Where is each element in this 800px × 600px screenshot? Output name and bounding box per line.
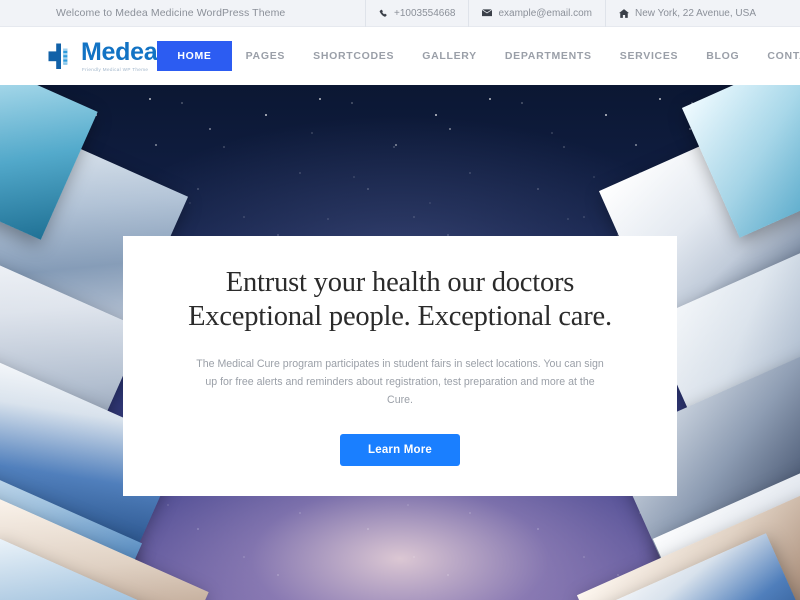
phone-icon [379,9,388,18]
hero-content-card: Entrust your health our doctors Exceptio… [123,236,677,496]
hero-title: Entrust your health our doctors Exceptio… [188,267,612,332]
contact-info-group: +1003554668 example@email.com New York, … [365,0,800,27]
nav-item-blog[interactable]: BLOG [692,41,753,71]
contact-email[interactable]: example@email.com [468,0,605,27]
medical-cross-icon [48,43,74,70]
nav-item-departments[interactable]: DEPARTMENTS [491,41,606,71]
nav-item-pages[interactable]: PAGES [232,41,299,71]
site-logo[interactable]: Medea Friendly Medical WP Theme [48,37,158,73]
nav-item-gallery[interactable]: GALLERY [408,41,491,71]
home-icon [618,8,629,18]
nav-item-contact[interactable]: CONTACT [753,41,800,71]
nav-item-shortcodes[interactable]: SHORTCODES [299,41,408,71]
page-root: Welcome to Medea Medicine WordPress Them… [0,0,800,600]
top-bar: Welcome to Medea Medicine WordPress Them… [0,0,800,27]
main-navigation: HOME PAGES SHORTCODES GALLERY DEPARTMENT… [157,41,800,71]
hero-section: Entrust your health our doctors Exceptio… [0,85,800,600]
nav-item-home[interactable]: HOME [157,41,232,71]
contact-phone[interactable]: +1003554668 [365,0,468,27]
nav-item-services[interactable]: SERVICES [606,41,693,71]
contact-email-text: example@email.com [498,7,592,19]
hero-subtitle: The Medical Cure program participates in… [196,358,604,407]
welcome-text: Welcome to Medea Medicine WordPress Them… [56,7,286,19]
contact-phone-text: +1003554668 [394,7,456,19]
contact-address-text: New York, 22 Avenue, USA [634,7,756,19]
contact-address[interactable]: New York, 22 Avenue, USA [604,0,800,27]
envelope-icon [482,9,493,17]
logo-text: Medea [81,37,158,66]
site-header: Medea Friendly Medical WP Theme HOME PAG… [0,27,800,85]
learn-more-button[interactable]: Learn More [340,433,460,466]
logo-tagline: Friendly Medical WP Theme [82,66,149,72]
